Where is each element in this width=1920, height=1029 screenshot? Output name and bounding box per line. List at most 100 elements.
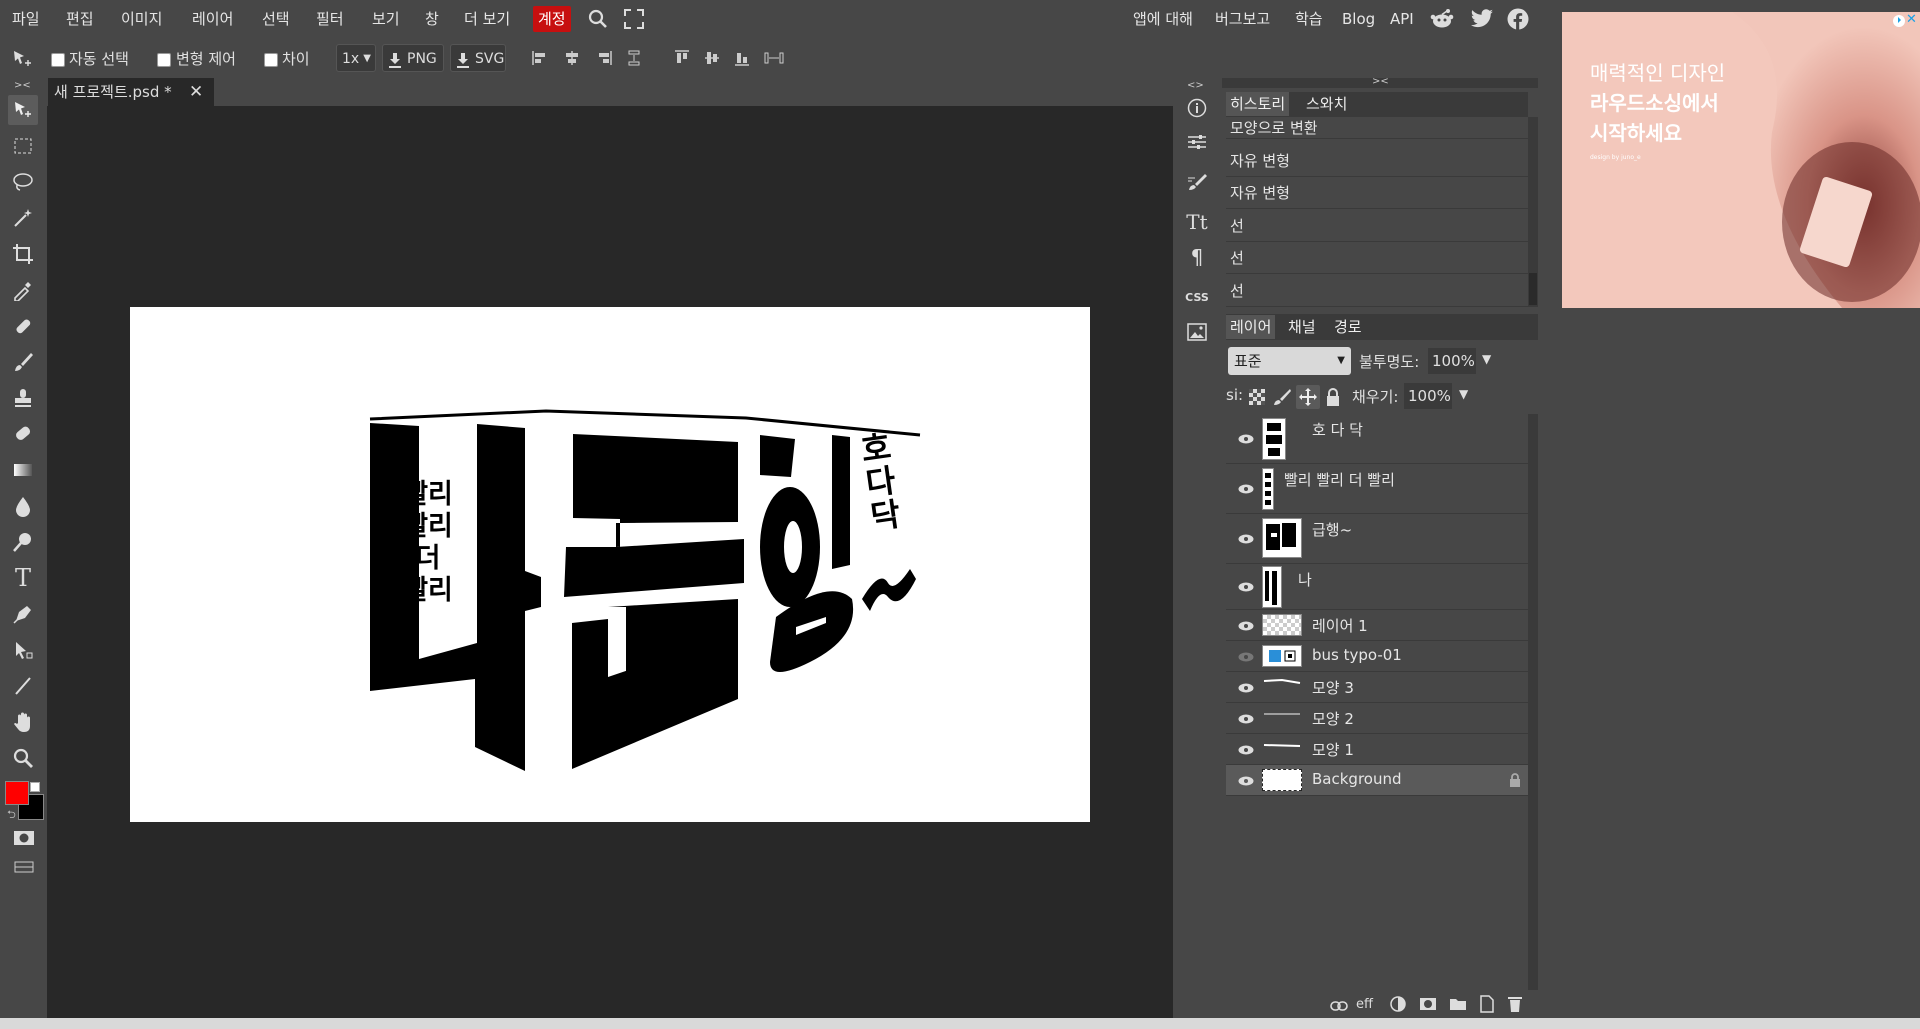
export-png-button[interactable]: PNG	[382, 44, 444, 72]
gradient-tool[interactable]	[8, 455, 38, 485]
history-item[interactable]: 자유 변형	[1226, 146, 1528, 177]
visibility-eye-icon[interactable]	[1238, 621, 1254, 631]
blur-tool[interactable]	[8, 491, 38, 521]
distribute-v-icon[interactable]	[764, 50, 784, 66]
pen-tool[interactable]	[8, 599, 38, 629]
healing-brush-tool[interactable]	[8, 311, 38, 341]
menu-image[interactable]: 이미지	[121, 6, 162, 32]
tab-layers[interactable]: 레이어	[1226, 315, 1276, 339]
blend-mode-select[interactable]: 표준 ▼	[1228, 347, 1351, 375]
tab-paths[interactable]: 경로	[1330, 315, 1366, 339]
layer-row[interactable]: 모양 1	[1226, 734, 1528, 765]
history-scrollbar[interactable]	[1528, 117, 1538, 307]
brush-settings-icon[interactable]	[1183, 168, 1211, 196]
collapse-toolbar-icon[interactable]: ><	[14, 80, 31, 91]
lasso-tool[interactable]	[8, 167, 38, 197]
layer-mask-icon[interactable]	[1419, 997, 1437, 1011]
lock-transparency-icon[interactable]	[1248, 388, 1266, 406]
history-item[interactable]: 모양으로 변환	[1226, 117, 1528, 139]
character-icon[interactable]: Tt	[1183, 208, 1211, 236]
folder-icon[interactable]	[1449, 997, 1467, 1011]
layer-row[interactable]: 모양 2	[1226, 703, 1528, 734]
move-tool[interactable]	[8, 95, 38, 125]
magic-wand-tool[interactable]	[8, 203, 38, 233]
type-tool[interactable]: T	[8, 563, 38, 593]
align-top-icon[interactable]	[674, 50, 690, 66]
menu-layer[interactable]: 레이어	[192, 6, 233, 32]
eraser-tool[interactable]	[8, 419, 38, 449]
brush-tool[interactable]	[8, 347, 38, 377]
fullscreen-icon[interactable]	[624, 9, 644, 29]
visibility-eye-icon[interactable]	[1238, 534, 1254, 544]
history-item[interactable]: 선	[1226, 276, 1528, 307]
collapse-panels-icon[interactable]: ><	[1372, 76, 1389, 87]
layer-row[interactable]: 급행~	[1226, 514, 1528, 564]
menu-view[interactable]: 보기	[372, 6, 400, 32]
menu-file[interactable]: 파일	[12, 6, 40, 32]
align-middle-icon[interactable]	[704, 50, 720, 66]
fill-input[interactable]: 100%	[1404, 383, 1452, 409]
layer-row[interactable]: 나	[1226, 564, 1528, 610]
auto-select-checkbox[interactable]	[51, 53, 65, 67]
close-icon[interactable]: ✕	[189, 78, 203, 106]
export-svg-button[interactable]: SVG	[450, 44, 506, 72]
lock-position-icon[interactable]	[1296, 385, 1320, 409]
reddit-icon[interactable]	[1430, 8, 1454, 30]
css-icon[interactable]: CSS	[1183, 283, 1211, 311]
tab-history[interactable]: 히스토리	[1226, 92, 1290, 116]
visibility-eye-icon[interactable]	[1238, 776, 1254, 786]
history-item[interactable]: 선	[1226, 243, 1528, 274]
search-icon[interactable]	[588, 9, 608, 29]
adjustments-icon[interactable]	[1183, 128, 1211, 156]
visibility-eye-icon[interactable]	[1238, 745, 1254, 755]
twitter-icon[interactable]	[1470, 9, 1494, 29]
clone-stamp-tool[interactable]	[8, 383, 38, 413]
quick-mask-icon[interactable]	[13, 830, 35, 846]
distribute-h-icon[interactable]	[626, 50, 642, 66]
link-blog[interactable]: Blog	[1342, 6, 1375, 32]
zoom-tool[interactable]	[8, 743, 38, 773]
link-learn[interactable]: 학습	[1295, 6, 1323, 32]
visibility-eye-icon[interactable]	[1238, 683, 1254, 693]
transform-controls-checkbox[interactable]	[157, 53, 171, 67]
align-right-icon[interactable]	[596, 50, 612, 66]
layer-row-selected[interactable]: Background	[1226, 765, 1528, 796]
opacity-input[interactable]: 100%	[1428, 348, 1476, 374]
lock-pixels-icon[interactable]	[1273, 388, 1291, 406]
link-api[interactable]: API	[1390, 6, 1414, 32]
ad-choices-icon[interactable]	[1892, 14, 1906, 28]
layers-scrollbar[interactable]	[1528, 414, 1538, 990]
layer-effects-button[interactable]: eff	[1356, 997, 1373, 1012]
align-left-icon[interactable]	[532, 50, 548, 66]
opacity-dropdown-icon[interactable]: ▼	[1482, 352, 1491, 366]
advertisement[interactable]: 매력적인 디자인 라우드소싱에서 시작하세요 design by juno_e …	[1562, 12, 1920, 308]
tab-channels[interactable]: 채널	[1284, 315, 1320, 339]
artwork-canvas[interactable]: 빨리 빨리 더 빨리 호 다 닥	[130, 307, 1090, 822]
eyedropper-tool[interactable]	[8, 275, 38, 305]
facebook-icon[interactable]	[1507, 8, 1529, 30]
path-select-tool[interactable]	[8, 635, 38, 665]
hand-tool[interactable]	[8, 707, 38, 737]
history-item[interactable]: 자유 변형	[1226, 178, 1528, 209]
menu-more[interactable]: 더 보기	[464, 6, 510, 32]
image-icon[interactable]	[1183, 318, 1211, 346]
lock-all-icon[interactable]	[1324, 387, 1342, 407]
crop-tool[interactable]	[8, 239, 38, 269]
paragraph-icon[interactable]: ¶	[1183, 243, 1211, 271]
default-colors-icon[interactable]	[30, 782, 40, 792]
menu-edit[interactable]: 편집	[66, 6, 94, 32]
ad-close-icon[interactable]: ✕	[1906, 12, 1917, 27]
link-layers-icon[interactable]	[1330, 998, 1348, 1011]
new-layer-icon[interactable]	[1479, 995, 1495, 1013]
layer-row[interactable]: bus typo-01	[1226, 641, 1528, 672]
distances-checkbox[interactable]	[264, 53, 278, 67]
screen-mode-icon[interactable]	[14, 859, 34, 873]
menu-select[interactable]: 선택	[262, 6, 290, 32]
tab-swatches[interactable]: 스와치	[1302, 92, 1351, 116]
layer-row[interactable]: 빨리 빨리 더 빨리	[1226, 464, 1528, 514]
dodge-tool[interactable]	[8, 527, 38, 557]
menu-account[interactable]: 계정	[533, 6, 571, 32]
info-icon[interactable]	[1183, 94, 1211, 122]
zoom-select[interactable]: 1x ▼	[336, 44, 376, 72]
align-bottom-icon[interactable]	[734, 50, 750, 66]
